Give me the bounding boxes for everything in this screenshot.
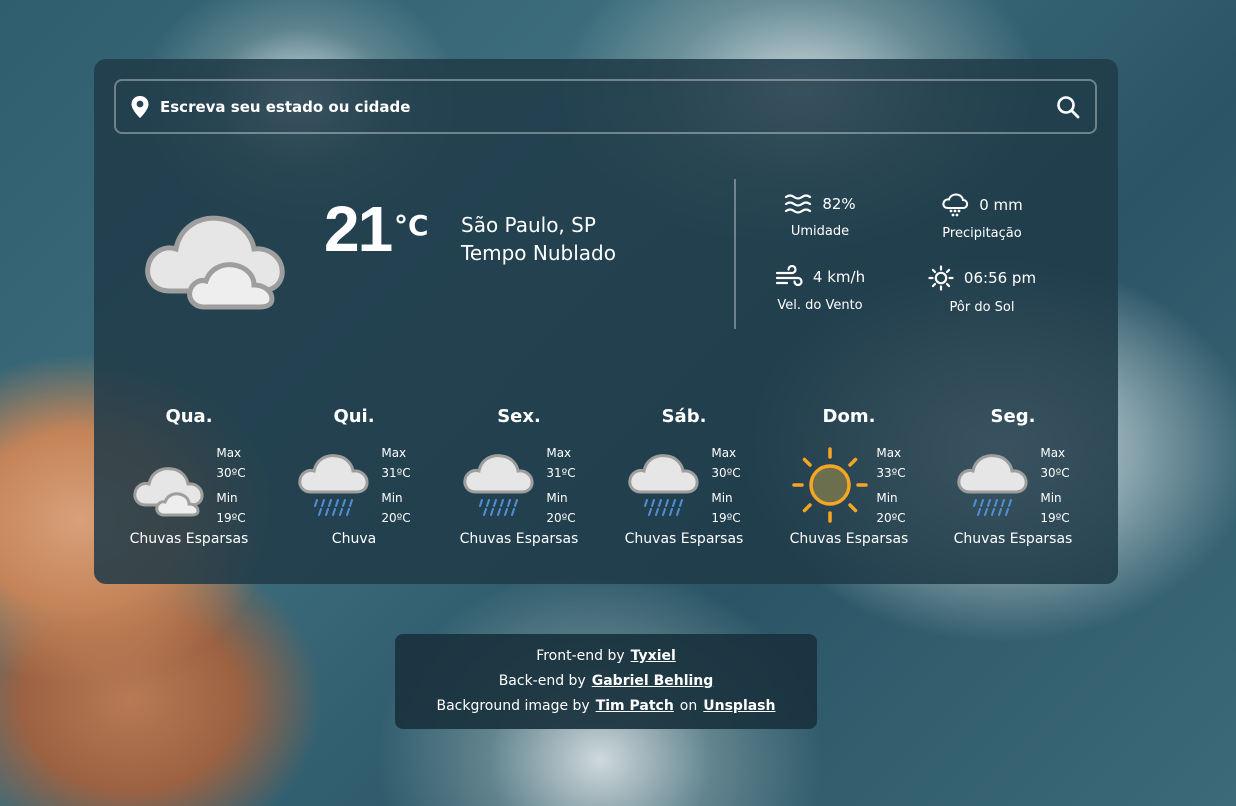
forecast-max: 30ºC <box>216 465 246 480</box>
forecast-desc: Chuvas Esparsas <box>624 531 744 547</box>
forecast-max-label: Max <box>381 445 407 460</box>
precipitation-stat: 0 mm Precipitação <box>922 193 1042 241</box>
wind-icon <box>775 265 803 289</box>
forecast-min: 20ºC <box>876 510 906 525</box>
forecast-day-name: Dom. <box>822 406 876 427</box>
forecast-min: 19ºC <box>216 510 246 525</box>
forecast-day-name: Sáb. <box>661 406 707 427</box>
forecast-max-label: Max <box>711 445 737 460</box>
bg-author-link[interactable]: Tim Patch <box>596 698 674 714</box>
forecast-day: Sáb. Max 30ºC Min 19ºC Chuvas Esparsas <box>609 406 759 547</box>
forecast-min: 19ºC <box>711 510 741 525</box>
sun-icon <box>928 265 954 291</box>
divider <box>734 179 736 329</box>
forecast-max: 31ºC <box>546 465 576 480</box>
credits-bg-on: on <box>679 698 698 714</box>
location-pin-icon <box>130 95 150 119</box>
humidity-stat: 82% Umidade <box>770 193 870 239</box>
forecast-min: 19ºC <box>1040 510 1070 525</box>
forecast-day-name: Seg. <box>990 406 1036 427</box>
wind-label: Vel. do Vento <box>777 298 863 313</box>
forecast-day-name: Sex. <box>497 406 541 427</box>
forecast-max-label: Max <box>546 445 572 460</box>
wind-stat: 4 km/h Vel. do Vento <box>760 265 880 313</box>
forecast-desc: Chuvas Esparsas <box>789 531 909 547</box>
forecast-min-label: Min <box>216 490 238 505</box>
search-bar[interactable] <box>114 79 1097 134</box>
temperature-unit: °C <box>394 209 429 242</box>
frontend-author-link[interactable]: Tyxiel <box>631 648 676 664</box>
humidity-label: Umidade <box>790 224 850 239</box>
forecast-day: Seg. Max 30ºC Min 19ºC Chuvas Esparsas <box>938 406 1088 547</box>
rain-icon <box>627 447 703 523</box>
cloudy-icon <box>132 447 208 523</box>
sunset-stat: 06:56 pm Pôr do Sol <box>918 265 1046 315</box>
forecast-max: 33ºC <box>876 465 906 480</box>
rain-icon <box>462 447 538 523</box>
credits-backend: Back-end by Gabriel Behling <box>395 669 817 694</box>
cloudy-icon <box>142 199 290 311</box>
credits-frontend: Front-end by Tyxiel <box>395 644 817 669</box>
forecast-min-label: Min <box>381 490 403 505</box>
forecast-min-label: Min <box>1040 490 1062 505</box>
forecast-max: 30ºC <box>1040 465 1070 480</box>
forecast-day: Dom. Max 33ºC Min 20ºC Chuvas Esparsas <box>774 406 924 547</box>
sun-icon <box>792 447 869 523</box>
credits-box: Front-end by Tyxiel Back-end by Gabriel Be… <box>395 634 817 729</box>
precipitation-value: 0 mm <box>979 196 1023 214</box>
forecast-min-label: Min <box>876 490 898 505</box>
precipitation-label: Precipitação <box>942 226 1022 241</box>
forecast-min: 20ºC <box>546 510 576 525</box>
forecast-desc: Chuvas Esparsas <box>459 531 579 547</box>
forecast-min: 20ºC <box>381 510 411 525</box>
sunset-value: 06:56 pm <box>963 269 1037 287</box>
forecast-day-name: Qua. <box>165 406 213 427</box>
rain-icon <box>956 447 1032 523</box>
rain-cloud-icon <box>941 193 969 217</box>
credits-frontend-prefix: Front-end by <box>536 648 625 664</box>
credits-background: Background image by Tim Patch on Unsplash <box>395 694 817 719</box>
forecast-max-label: Max <box>876 445 902 460</box>
forecast-day: Qui. Max 31ºC Min 20ºC Chuva <box>279 406 429 547</box>
forecast-day: Sex. Max 31ºC Min 20ºC Chuvas Esparsas <box>444 406 594 547</box>
weather-card: 21 °C São Paulo, SP Tempo Nublado 82% Um… <box>94 59 1118 584</box>
search-input[interactable] <box>160 97 1055 116</box>
unsplash-link[interactable]: Unsplash <box>703 698 775 714</box>
forecast-max-label: Max <box>1040 445 1066 460</box>
forecast-day-name: Qui. <box>333 406 375 427</box>
location-name: São Paulo, SP <box>461 213 596 237</box>
search-icon[interactable] <box>1055 94 1081 120</box>
sunset-label: Pôr do Sol <box>949 300 1015 315</box>
current-temperature: 21 <box>324 193 393 265</box>
forecast-desc: Chuvas Esparsas <box>953 531 1073 547</box>
weather-condition: Tempo Nublado <box>461 241 616 265</box>
wind-value: 4 km/h <box>812 268 866 286</box>
rain-icon <box>297 447 373 523</box>
humidity-value: 82% <box>822 195 856 213</box>
waves-icon <box>784 193 812 215</box>
credits-bg-prefix: Background image by <box>436 698 590 714</box>
forecast-min-label: Min <box>711 490 733 505</box>
credits-backend-prefix: Back-end by <box>498 673 586 689</box>
forecast-max: 30ºC <box>711 465 741 480</box>
forecast-max: 31ºC <box>381 465 411 480</box>
backend-author-link[interactable]: Gabriel Behling <box>592 673 714 689</box>
forecast-max-label: Max <box>216 445 242 460</box>
forecast-desc: Chuvas Esparsas <box>129 531 249 547</box>
forecast-desc: Chuva <box>331 531 377 547</box>
forecast-min-label: Min <box>546 490 568 505</box>
forecast-day: Qua. Max 30ºC Min 19ºC Chuvas Esparsas <box>114 406 264 547</box>
